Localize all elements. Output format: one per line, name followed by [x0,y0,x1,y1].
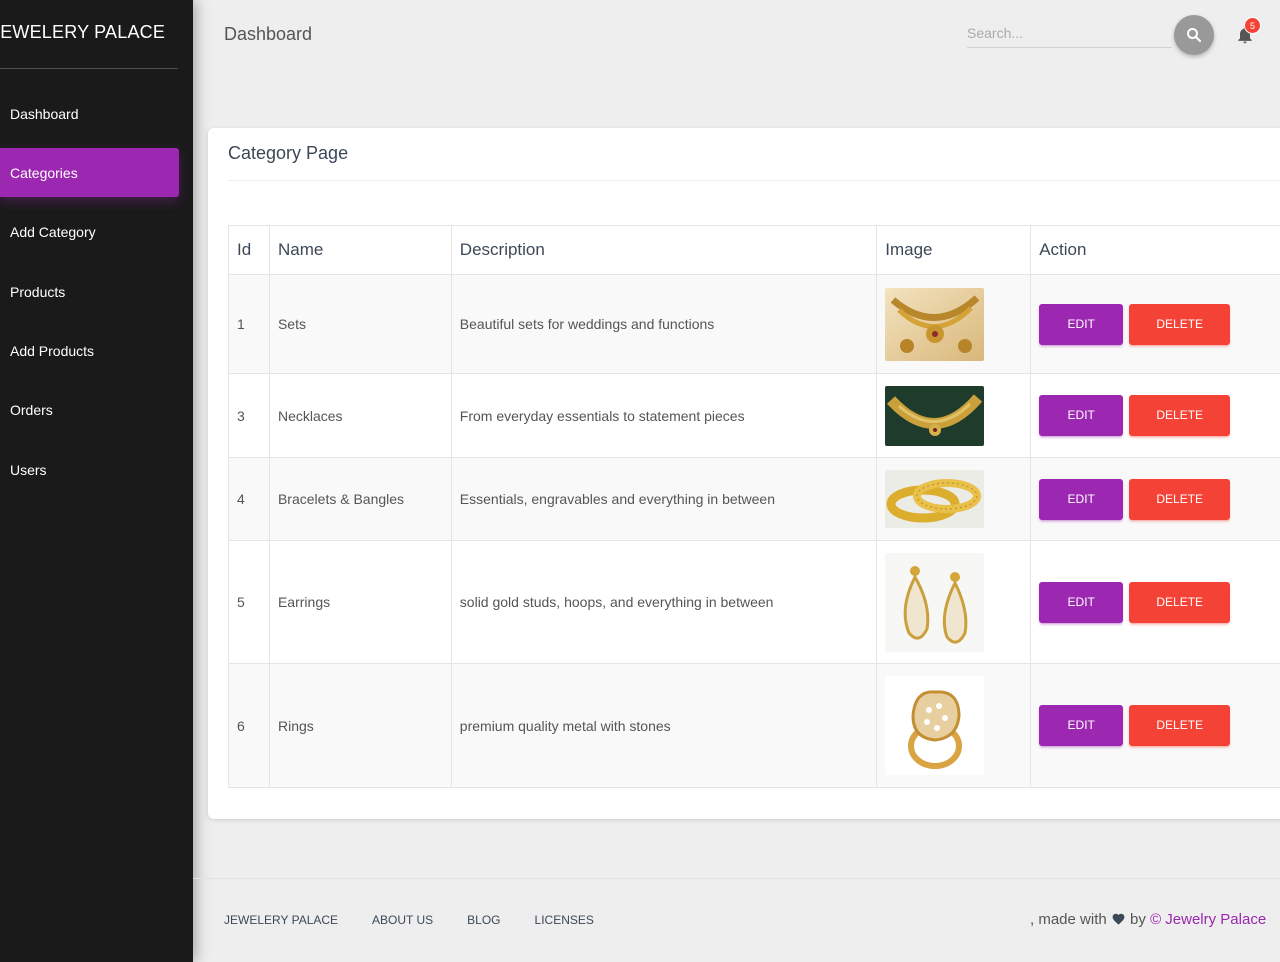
cell-description: solid gold studs, hoops, and everything … [450,540,878,664]
cell-id: 1 [228,274,270,374]
sidebar-item-add-category[interactable]: Add Category [0,208,179,257]
table-row: 5 Earrings solid gold studs, hoops, and … [228,540,1280,664]
sidebar-divider [0,68,178,69]
company-link[interactable]: © Jewelry Palace [1150,911,1266,928]
cell-actions: EDIT DELETE [1030,373,1280,458]
delete-button[interactable]: DELETE [1129,303,1231,345]
column-header-image: Image [876,225,1032,275]
search-icon [1187,28,1202,43]
earrings-image [885,552,985,652]
cell-actions: EDIT DELETE [1030,274,1280,374]
cell-id: 4 [228,457,270,541]
cell-image [876,457,1032,541]
cell-image [876,274,1032,374]
edit-button[interactable]: EDIT [1039,705,1124,746]
delete-button[interactable]: DELETE [1129,478,1231,520]
table-header-row: Id Name Description Image Action [228,225,1280,275]
footer-link-blog[interactable]: BLOG [467,913,500,927]
edit-button[interactable]: EDIT [1039,581,1124,623]
cell-name: Bracelets & Bangles [268,457,452,541]
bangles-image [885,470,985,528]
page-title[interactable]: Dashboard [224,24,312,45]
by-text: by [1130,911,1146,928]
table-row: 3 Necklaces From everyday essentials to … [228,373,1280,458]
footer-divider [193,878,1280,879]
delete-button[interactable]: DELETE [1129,581,1231,623]
cell-name: Necklaces [268,373,452,458]
table-row: 6 Rings premium quality metal with stone… [228,663,1280,788]
necklace-image [885,385,985,446]
sidebar-item-products[interactable]: Products [0,267,179,316]
column-header-name: Name [268,225,452,275]
footer-link-licenses[interactable]: LICENSES [535,913,594,927]
category-card: Category Page Id Name Description Image … [208,128,1280,819]
cell-description: premium quality metal with stones [450,663,878,788]
cell-id: 6 [228,663,270,788]
cell-actions: EDIT DELETE [1030,457,1280,541]
card-title: Category Page [228,143,349,163]
table-row: 4 Bracelets & Bangles Essentials, engrav… [228,457,1280,541]
cell-image [876,373,1032,458]
sidebar-item-categories[interactable]: Categories [0,148,179,198]
category-table: Id Name Description Image Action 1 Sets … [228,225,1280,788]
cell-description: Beautiful sets for weddings and function… [450,274,878,374]
notification-badge: 5 [1244,17,1261,34]
sidebar-item-dashboard[interactable]: Dashboard [0,89,179,138]
cell-actions: EDIT DELETE [1030,663,1280,788]
heart-icon [1112,913,1125,925]
sidebar-item-orders[interactable]: Orders [0,386,179,435]
footer-link-home[interactable]: JEWELERY PALACE [224,913,338,927]
cell-id: 3 [228,373,270,458]
card-divider [228,180,1280,181]
search-button[interactable] [1174,15,1214,55]
ring-image [885,676,985,775]
cell-name: Rings [268,663,452,788]
column-header-action: Action [1030,225,1280,275]
cell-name: Sets [268,274,452,374]
delete-button[interactable]: DELETE [1129,395,1231,436]
edit-button[interactable]: EDIT [1039,395,1124,436]
cell-id: 5 [228,540,270,664]
search-input[interactable] [967,18,1172,48]
column-header-id: Id [228,225,270,275]
cell-description: From everyday essentials to statement pi… [450,373,878,458]
cell-image [876,540,1032,664]
cell-image [876,663,1032,788]
sidebar-item-add-products[interactable]: Add Products [0,327,179,376]
delete-button[interactable]: DELETE [1129,705,1231,746]
sidebar-nav: Dashboard Categories Add Category Produc… [0,89,179,505]
edit-button[interactable]: EDIT [1039,303,1124,345]
edit-button[interactable]: EDIT [1039,478,1124,520]
sidebar-item-users[interactable]: Users [0,445,179,494]
cell-actions: EDIT DELETE [1030,540,1280,664]
cell-description: Essentials, engravables and everything i… [450,457,878,541]
brand-logo-text[interactable]: JEWELERY PALACE [0,22,165,43]
sidebar: JEWELERY PALACE Dashboard Categories Add… [0,0,193,962]
footer-links: JEWELERY PALACE ABOUT US BLOG LICENSES [224,913,628,927]
cell-name: Earrings [268,540,452,664]
footer-link-about[interactable]: ABOUT US [372,913,433,927]
column-header-description: Description [450,225,878,275]
table-row: 1 Sets Beautiful sets for weddings and f… [228,274,1280,374]
jewelry-set-image [885,287,985,361]
copyright: , made with by © Jewelry Palace [1030,911,1266,928]
made-with-text: , made with [1030,911,1107,928]
